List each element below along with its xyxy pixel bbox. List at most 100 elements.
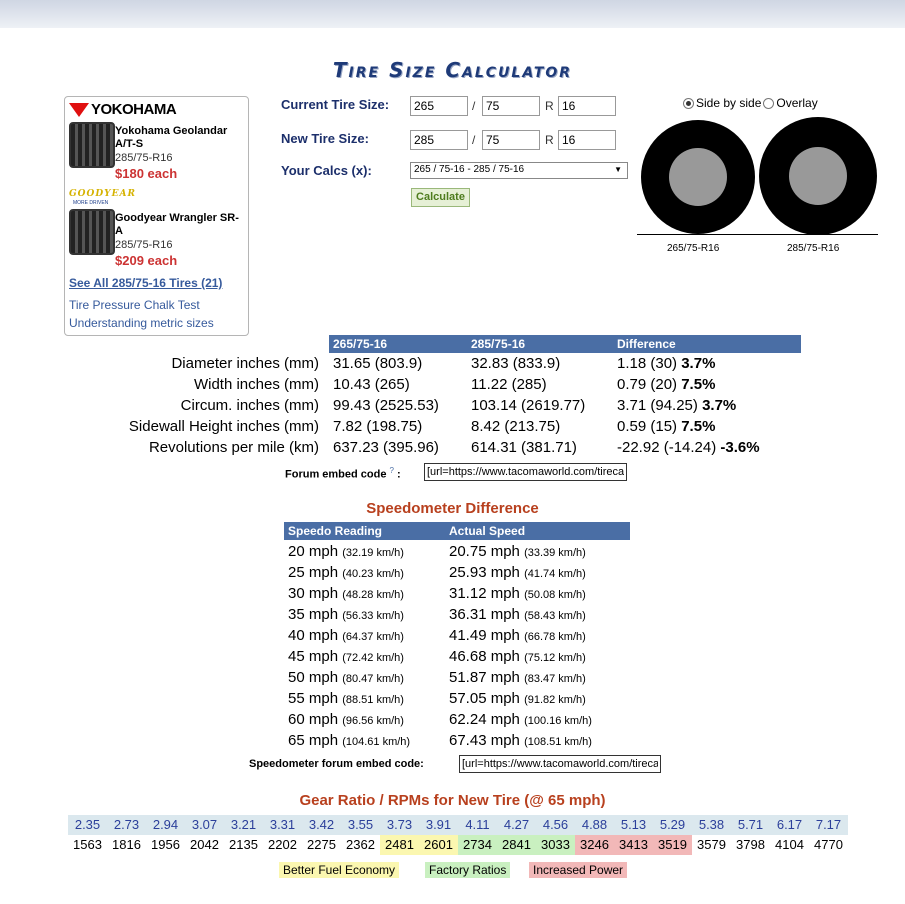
gear-ratio-cell: 4.56 — [542, 817, 569, 832]
page-title: Tire Size Calculator — [332, 58, 573, 82]
gear-ratio-cell: 4.88 — [581, 817, 608, 832]
gear-rpm-cell: 4104 — [775, 837, 804, 852]
gear-ratio-cell: 3.73 — [386, 817, 413, 832]
legend-factory-ratios: Factory Ratios — [425, 862, 511, 878]
new-aspect-input[interactable] — [482, 130, 540, 150]
see-all-tires-link[interactable]: See All 285/75-16 Tires (21) — [69, 276, 222, 290]
gear-rpm-cell: 2601 — [419, 835, 458, 855]
gear-ratio-row: 2.35 2.73 2.94 3.07 3.21 3.31 3.42 3.55 3.73 3.91… — [68, 815, 848, 835]
gear-ratio-cell: 2.73 — [113, 817, 140, 832]
gear-rpm-cell: 2042 — [190, 837, 219, 852]
gear-ratio-cell: 2.94 — [152, 817, 179, 832]
gear-rpm-cell: 3033 — [536, 835, 575, 855]
current-width-input[interactable] — [410, 96, 468, 116]
gear-ratio-cell: 3.91 — [425, 817, 452, 832]
gear-rpm-cell: 3413 — [614, 835, 653, 855]
current-rim-input[interactable] — [558, 96, 616, 116]
gear-ratio-cell: 6.17 — [776, 817, 803, 832]
gear-rpm-cell: 3579 — [697, 837, 726, 852]
yokohama-mark-icon — [69, 102, 89, 117]
speedo-title: Speedometer Difference — [366, 500, 539, 517]
gear-rpm-row: 1563 1816 1956 2042 2135 2202 2275 2362 2481 2601… — [68, 835, 848, 855]
col-header-actual: Actual Speed — [445, 522, 630, 540]
legend-increased-power: Increased Power — [529, 862, 628, 878]
gear-ratio-cell: 4.27 — [503, 817, 530, 832]
current-aspect-input[interactable] — [482, 96, 540, 116]
speedo-embed-input[interactable] — [459, 755, 661, 773]
metric-sizes-link[interactable]: Understanding metric sizes — [69, 316, 214, 330]
forum-embed-input[interactable] — [424, 463, 627, 481]
forum-embed-label: Forum embed code ? : — [285, 466, 401, 481]
col-header-difference: Difference — [613, 335, 801, 353]
ad-tire-size: 285/75-R16 — [115, 239, 173, 251]
speedo-embed-label: Speedometer forum embed code: — [249, 758, 424, 770]
gear-ratio-cell: 3.55 — [347, 817, 374, 832]
side-by-side-label[interactable]: Side by side — [696, 96, 761, 110]
help-icon[interactable]: ? — [390, 466, 394, 475]
calcs-select[interactable]: 265 / 75-16 - 285 / 75-16 ▼ — [410, 162, 628, 179]
tire-image[interactable] — [69, 209, 115, 255]
col-header-new: 285/75-16 — [467, 335, 613, 353]
new-width-input[interactable] — [410, 130, 468, 150]
gear-rpm-cell: 2841 — [497, 835, 536, 855]
gear-rpm-cell: 3519 — [653, 835, 692, 855]
calcs-label: Your Calcs (x): — [281, 163, 372, 178]
rim-separator: R — [545, 133, 554, 147]
gear-ratio-cell: 4.11 — [465, 817, 490, 832]
gear-ratio-cell: 2.35 — [74, 817, 101, 832]
current-tire-label: 265/75-R16 — [667, 243, 720, 254]
goodyear-tagline: MORE DRIVEN — [73, 200, 109, 206]
gear-ratio-cell: 5.38 — [698, 817, 725, 832]
current-size-label: Current Tire Size: — [281, 97, 390, 112]
ad-tire-price: $209 each — [115, 253, 178, 268]
new-tire-label: 285/75-R16 — [787, 243, 840, 254]
ad-tire-price: $180 each — [115, 166, 178, 181]
gear-rpm-cell: 2275 — [307, 837, 336, 852]
side-by-side-radio[interactable] — [683, 97, 694, 109]
ad-tire-name[interactable]: Yokohama Geolandar A/T-S — [115, 125, 243, 151]
gear-rpm-cell: 2202 — [268, 837, 297, 852]
top-banner — [0, 0, 905, 28]
gear-ratio-cell: 5.29 — [659, 817, 686, 832]
gear-rpm-cell: 2481 — [380, 835, 419, 855]
gear-ratio-cell: 3.21 — [230, 817, 257, 832]
gear-rpm-cell: 2135 — [229, 837, 258, 852]
calculate-button[interactable]: Calculate — [411, 188, 470, 207]
gear-rpm-cell: 3798 — [736, 837, 765, 852]
gear-rpm-cell: 2734 — [458, 835, 497, 855]
goodyear-logo: GOODYEAR — [69, 189, 136, 199]
new-rim-shape — [789, 147, 847, 205]
slash-separator: / — [472, 133, 476, 147]
ad-tire-name[interactable]: Goodyear Wrangler SR-A — [115, 212, 243, 238]
ground-line — [637, 234, 878, 235]
legend-fuel-economy: Better Fuel Economy — [279, 862, 400, 878]
gear-rpm-cell: 2362 — [346, 837, 375, 852]
yokohama-logo: YOKOHAMA — [69, 101, 177, 118]
overlay-radio[interactable] — [763, 97, 775, 109]
gear-rpm-cell: 1956 — [151, 837, 180, 852]
rim-separator: R — [545, 99, 554, 113]
dropdown-arrow-icon: ▼ — [614, 165, 622, 174]
gear-ratio-cell: 3.07 — [191, 817, 218, 832]
gear-rpm-cell: 4770 — [814, 837, 843, 852]
new-rim-input[interactable] — [558, 130, 616, 150]
new-size-label: New Tire Size: — [281, 131, 369, 146]
current-rim-shape — [669, 148, 727, 206]
view-options: Side by side Overlay — [683, 96, 818, 110]
gear-rpm-cell: 1816 — [112, 837, 141, 852]
gear-rpm-cell: 1563 — [73, 837, 102, 852]
gear-ratio-cell: 5.13 — [620, 817, 647, 832]
gear-ratio-cell: 3.31 — [269, 817, 296, 832]
col-header-current: 265/75-16 — [329, 335, 467, 353]
gear-rpm-cell: 3246 — [575, 835, 614, 855]
tire-ad-box: YOKOHAMA Yokohama Geolandar A/T-S 285/75… — [64, 96, 249, 336]
ad-tire-size: 285/75-R16 — [115, 152, 173, 164]
gear-ratio-cell: 3.42 — [308, 817, 335, 832]
col-header-speedo: Speedo Reading — [284, 522, 445, 540]
chalk-test-link[interactable]: Tire Pressure Chalk Test — [69, 298, 200, 312]
tire-image[interactable] — [69, 122, 115, 168]
gear-title: Gear Ratio / RPMs for New Tire (@ 65 mph… — [299, 792, 606, 809]
overlay-label[interactable]: Overlay — [776, 96, 817, 110]
gear-ratio-cell: 7.17 — [815, 817, 842, 832]
gear-ratio-cell: 5.71 — [737, 817, 764, 832]
